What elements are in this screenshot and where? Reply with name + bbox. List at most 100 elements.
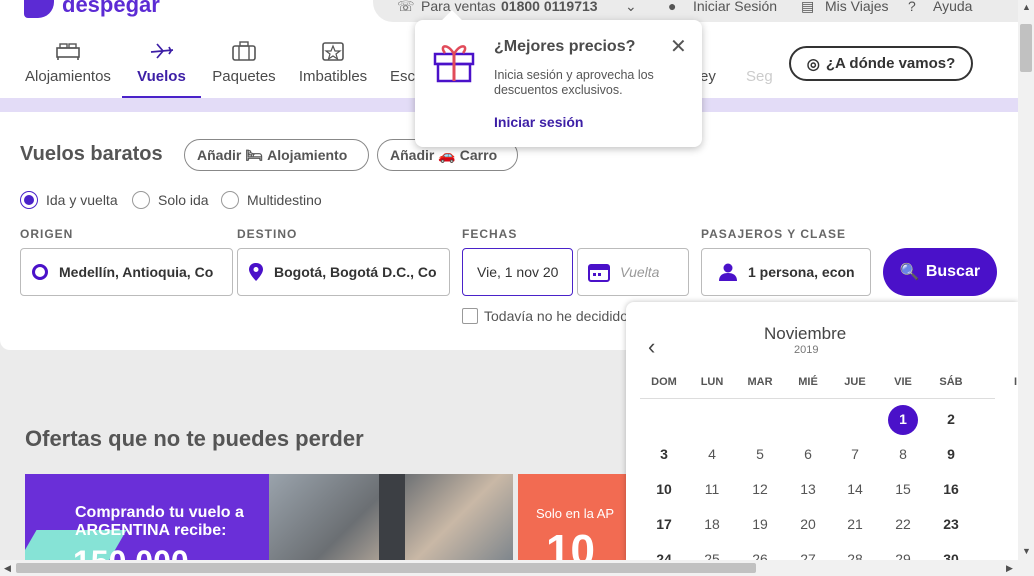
- tab-alojamientos[interactable]: Alojamientos: [25, 40, 111, 85]
- promo-banner-app[interactable]: Solo en la AP 10: [518, 474, 628, 562]
- tooltip-login-link[interactable]: Iniciar sesión: [494, 114, 583, 130]
- weekday-header: LUN: [700, 376, 724, 388]
- radio-dot[interactable]: [221, 191, 239, 209]
- departure-value: Vie, 1 nov 20: [477, 264, 559, 280]
- calendar-day[interactable]: 21: [835, 516, 875, 532]
- login-link[interactable]: Iniciar Sesión: [693, 0, 777, 14]
- scroll-up-icon[interactable]: ▲: [1022, 2, 1031, 12]
- calendar-day[interactable]: 23: [931, 516, 971, 532]
- calendar-day[interactable]: 9: [931, 446, 971, 462]
- tab-label: Seg: [746, 68, 773, 85]
- scroll-right-icon[interactable]: ▶: [1006, 563, 1013, 574]
- passengers-field[interactable]: 1 persona, econ: [701, 248, 871, 296]
- sales-phone[interactable]: 01800 0119713: [501, 0, 598, 14]
- trips-link[interactable]: Mis Viajes: [825, 0, 889, 14]
- weekday-header: MAR: [747, 376, 773, 388]
- checkbox-box[interactable]: [462, 308, 478, 324]
- add-hotel-button[interactable]: Añadir 🛏 Alojamiento: [184, 139, 369, 171]
- calendar-day[interactable]: 8: [883, 446, 923, 462]
- calendar-day[interactable]: 6: [788, 446, 828, 462]
- calendar-icon: [588, 264, 610, 282]
- scroll-left-icon[interactable]: ◀: [4, 563, 11, 574]
- chevron-down-icon[interactable]: ⌄: [625, 0, 637, 15]
- tab-imbatibles[interactable]: Imbatibles: [296, 40, 370, 85]
- search-button[interactable]: 🔍 Buscar: [883, 248, 997, 296]
- promo-banner-argentina[interactable]: Comprando tu vuelo a ARGENTINA recibe: 1…: [25, 474, 513, 562]
- banner-app-big: 10: [546, 526, 595, 562]
- search-button-label: Buscar: [925, 263, 981, 280]
- calendar-day[interactable]: 18: [692, 516, 732, 532]
- calendar-day[interactable]: 20: [788, 516, 828, 532]
- user-icon: ●: [668, 0, 677, 14]
- calendar-year: 2019: [794, 344, 819, 356]
- insurance-icon: [748, 40, 774, 62]
- where-to-button[interactable]: ◎ ¿A dónde vamos?: [789, 46, 973, 81]
- calendar-day[interactable]: 13: [788, 481, 828, 497]
- help-icon: ?: [908, 0, 916, 14]
- partial-icon: [700, 40, 726, 62]
- radio-dot[interactable]: [132, 191, 150, 209]
- calendar-day[interactable]: 1: [883, 411, 923, 427]
- tab-seguros[interactable]: Seg: [746, 40, 776, 85]
- calendar-day[interactable]: 22: [883, 516, 923, 532]
- origin-field[interactable]: Medellín, Antioquia, Co: [20, 248, 233, 296]
- return-placeholder: Vuelta: [620, 264, 660, 280]
- help-link[interactable]: Ayuda: [933, 0, 972, 14]
- radio-round-trip[interactable]: Ida y vuelta: [20, 191, 118, 209]
- radio-one-way[interactable]: Solo ida: [132, 191, 209, 209]
- car-icon: 🚗: [438, 146, 456, 163]
- weekday-header: VIE: [894, 376, 912, 388]
- calendar-day[interactable]: 12: [740, 481, 780, 497]
- logo-text[interactable]: despegar: [62, 0, 160, 18]
- weekday-header: JUE: [844, 376, 866, 388]
- calendar-day[interactable]: 7: [835, 446, 875, 462]
- passengers-value: 1 persona, econ: [748, 264, 855, 280]
- scroll-thumb[interactable]: [16, 563, 756, 573]
- origin-value: Medellín, Antioquia, Co: [59, 264, 214, 280]
- calendar-day[interactable]: 2: [931, 411, 971, 427]
- vertical-scrollbar[interactable]: ▲ ▼: [1018, 0, 1034, 560]
- undecided-checkbox[interactable]: Todavía no he decidido: [462, 308, 628, 324]
- radio-multi[interactable]: Multidestino: [221, 191, 322, 209]
- calendar-day[interactable]: 19: [740, 516, 780, 532]
- page-title: Vuelos baratos: [20, 143, 163, 165]
- add-car-label: Carro: [459, 147, 498, 163]
- logo-icon[interactable]: [24, 0, 54, 18]
- calendar-day[interactable]: 10: [644, 481, 684, 497]
- calendar-day[interactable]: 15: [883, 481, 923, 497]
- banner-text: Comprando tu vuelo a ARGENTINA recibe:: [75, 504, 244, 539]
- return-date-field[interactable]: Vuelta: [577, 248, 689, 296]
- passengers-label: PASAJEROS Y CLASE: [701, 227, 847, 241]
- tab-vuelos[interactable]: Vuelos: [122, 40, 201, 85]
- sales-label: Para ventas: [421, 0, 496, 14]
- origin-icon: [32, 264, 48, 280]
- calendar-day[interactable]: 3: [644, 446, 684, 462]
- calendar-day[interactable]: 4: [692, 446, 732, 462]
- calendar-day[interactable]: 5: [740, 446, 780, 462]
- horizontal-scrollbar[interactable]: ◀ ▶: [0, 560, 1034, 576]
- prev-month-icon[interactable]: ‹: [648, 334, 655, 360]
- better-prices-tooltip: ¿Mejores precios? Inicia sesión y aprove…: [415, 10, 702, 147]
- departure-date-field[interactable]: Vie, 1 nov 20: [462, 248, 573, 296]
- city-photo: [269, 474, 513, 562]
- destination-value: Bogotá, Bogotá D.C., Co: [274, 264, 437, 280]
- calendar-day[interactable]: 11: [692, 481, 732, 497]
- radio-label: Solo ida: [158, 192, 209, 208]
- scroll-down-icon[interactable]: ▼: [1022, 546, 1031, 556]
- tab-label: Alojamientos: [25, 68, 111, 85]
- destination-field[interactable]: Bogotá, Bogotá D.C., Co: [237, 248, 450, 296]
- radio-dot[interactable]: [20, 191, 38, 209]
- calendar-day[interactable]: 16: [931, 481, 971, 497]
- calendar-day[interactable]: 17: [644, 516, 684, 532]
- tab-label: Esc: [390, 68, 416, 85]
- trips-icon: ▤: [801, 0, 815, 14]
- tab-paquetes[interactable]: Paquetes: [210, 40, 278, 85]
- calendar-day[interactable]: 14: [835, 481, 875, 497]
- where-to-label: ¿A dónde vamos?: [825, 55, 956, 72]
- close-icon[interactable]: ✕: [670, 34, 687, 59]
- undecided-label: Todavía no he decidido: [484, 308, 628, 324]
- scroll-thumb[interactable]: [1020, 24, 1032, 72]
- tooltip-title: ¿Mejores precios?: [494, 38, 636, 55]
- search-icon: 🔍: [899, 264, 920, 281]
- tab-partial[interactable]: ey: [700, 40, 720, 85]
